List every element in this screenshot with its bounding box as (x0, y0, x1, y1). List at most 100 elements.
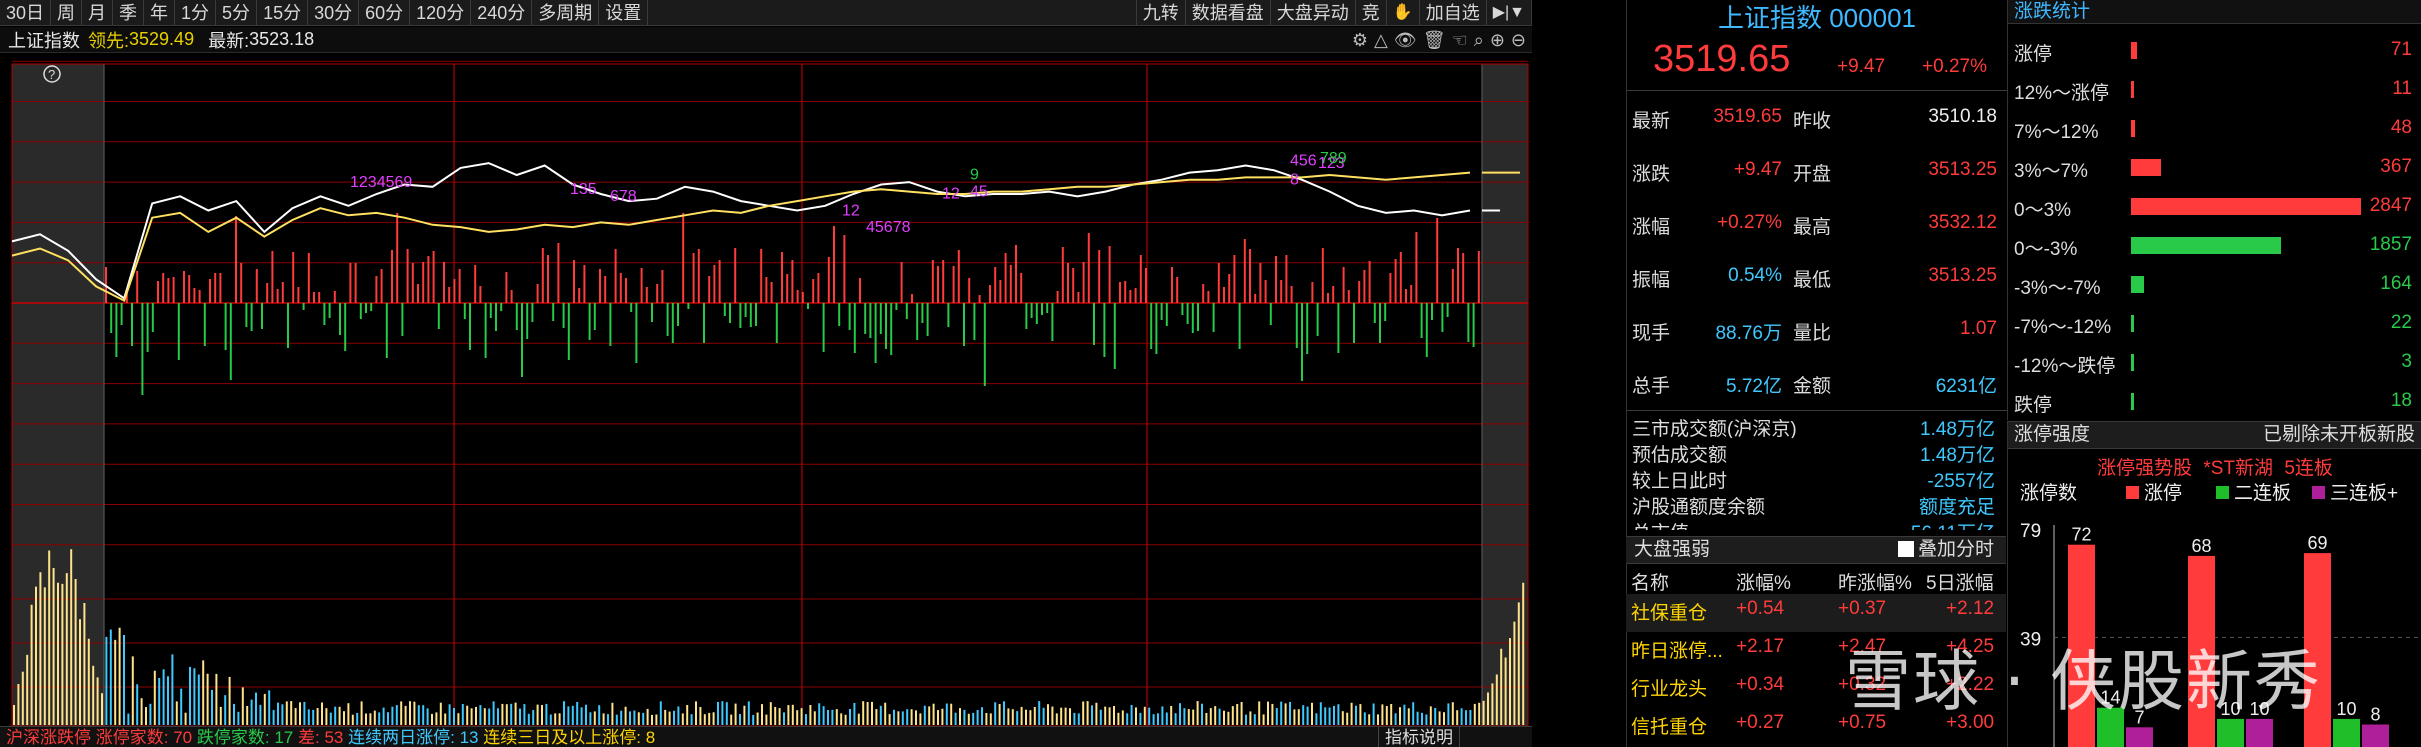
period-week[interactable]: 周 (51, 0, 83, 26)
nine-turn-button[interactable]: 九转 (1137, 0, 1186, 26)
market-divider (1627, 410, 2007, 411)
quote-value: 1.07 (1960, 318, 1997, 339)
link-st-xinhu[interactable]: *ST新湖 (2203, 458, 2273, 479)
zoom-in-icon[interactable]: ⊕ (1490, 30, 1505, 51)
dist-bar (2131, 237, 2281, 254)
cursor-icon[interactable]: ☜ (1452, 30, 1468, 51)
quote-value: 3510.18 (1928, 106, 1997, 127)
market-alert-button[interactable]: 大盘异动 (1271, 0, 1356, 26)
toolbar-spacer (648, 0, 1137, 25)
period-30day[interactable]: 30日 (0, 0, 52, 26)
market-label: 三市成交额(沪深京) (1632, 419, 1797, 438)
market-row: 预估成交额 1.48万亿 (1627, 438, 2007, 464)
dist-bar (2131, 42, 2137, 59)
strength-cell-name: 信托重仓 (1631, 717, 1708, 738)
period-240min[interactable]: 240分 (471, 0, 533, 26)
quote-row: 最新 3519.65 昨收 3510.18 (1627, 90, 2007, 144)
intraday-chart[interactable]: 1.00%0.83%0.67%0.50%0.33%0.17%0.00% 0.17… (0, 54, 1532, 726)
link-strong-stocks[interactable]: 涨停强势股 (2097, 458, 2192, 479)
help-glyph: ? (48, 67, 55, 82)
price-change: +9.47 (1837, 56, 1886, 77)
period-120min[interactable]: 120分 (410, 0, 472, 26)
col-prev: 昨涨幅% (1838, 573, 1912, 594)
dist-row: 3%～7% 367 (2008, 147, 2421, 185)
aftermarket-shade (1482, 64, 1528, 726)
last-value: 3523.18 (249, 29, 315, 49)
lu-note: 已剔除未开板新股 (2262, 424, 2415, 445)
sequence-label: 12 (842, 202, 860, 219)
add-watchlist-button[interactable]: 加自选 (1420, 0, 1487, 26)
data-board-button[interactable]: 数据看盘 (1186, 0, 1271, 26)
quote-label: 开盘 (1793, 164, 1832, 185)
strength-cell-chg: +0.54 (1736, 598, 1785, 619)
sequence-label: 9 (970, 167, 979, 184)
hand-icon[interactable]: ✋ (1387, 0, 1420, 26)
strength-cell-chg: +0.34 (1736, 674, 1785, 695)
quote-value: 0.54% (1728, 265, 1782, 286)
dist-row: 12%～涨停 11 (2008, 69, 2421, 107)
period-5min[interactable]: 5分 (216, 0, 258, 26)
overlay-toggle[interactable]: 叠加分时 (1897, 537, 1994, 563)
quote-label: 振幅 (1632, 270, 1671, 291)
col-5d: 5日涨幅 (1926, 573, 1994, 594)
gear-icon[interactable]: ⚙ (1352, 30, 1368, 51)
dist-value: 18 (2390, 390, 2412, 411)
link-5-board[interactable]: 5连板 (2284, 458, 2333, 479)
lu-axis-title: 涨停数 (2020, 483, 2077, 504)
period-quarter[interactable]: 季 (113, 0, 145, 26)
period-year[interactable]: 年 (144, 0, 176, 26)
zoom-out-icon[interactable]: ⊖ (1511, 30, 1526, 51)
dist-title: 涨跌统计 (2008, 0, 2421, 24)
limit-up-label: 涨停家数: (95, 728, 169, 747)
panel-toggle-icon[interactable]: ▶|▼ (1487, 0, 1532, 26)
indicator-info-button[interactable]: 指标说明 (1378, 727, 1460, 747)
settings-button[interactable]: 设置 (599, 0, 649, 26)
lu-bar-label: 8 (2370, 705, 2380, 725)
lu-y-tick: 79 (2020, 521, 2041, 542)
quote-value: 5.72亿 (1726, 376, 1782, 397)
period-30min[interactable]: 30分 (308, 0, 360, 26)
dist-value: 3 (2401, 351, 2412, 372)
quote-value: 3532.12 (1928, 212, 1997, 233)
multi-period-button[interactable]: 多周期 (532, 0, 600, 26)
dist-label: 0～-3% (2014, 239, 2078, 260)
dist-row: 跌停 18 (2008, 381, 2421, 419)
market-row: 沪股通额度余额 额度充足 (1627, 490, 2007, 516)
dist-label: 12%～涨停 (2014, 83, 2110, 104)
overlay-checkbox[interactable] (1897, 541, 1914, 557)
two-day-value: 13 (459, 728, 479, 747)
dist-value: 164 (2380, 273, 2412, 294)
triangle-icon[interactable]: △ (1374, 30, 1388, 51)
dist-row: 涨停 71 (2008, 30, 2421, 68)
sequence-label: 1234569 (350, 174, 412, 191)
lead-label: 领先: (88, 30, 130, 51)
dist-value: 2847 (2369, 195, 2412, 216)
two-day-label: 连续两日涨停: (348, 728, 455, 747)
sequence-label: 8 (1290, 172, 1299, 189)
last-label: 最新: (208, 30, 250, 51)
dist-label: -7%～-12% (2014, 317, 2112, 338)
dist-value: 1857 (2369, 234, 2412, 255)
diff-label: 差: (297, 728, 320, 747)
strength-row[interactable]: 社保重仓 +0.54 +0.37 +2.12 (1626, 594, 2006, 632)
three-day-value: 8 (645, 728, 656, 747)
trash-icon[interactable]: 🗑 (1423, 30, 1446, 51)
strength-cell-chg: +2.17 (1736, 636, 1785, 657)
dist-label: 0～3% (2014, 200, 2072, 221)
period-month[interactable]: 月 (82, 0, 114, 26)
period-15min[interactable]: 15分 (257, 0, 309, 26)
period-1min[interactable]: 1分 (175, 0, 217, 26)
search-icon[interactable]: ⌕ (1474, 30, 1484, 51)
strength-cell-name: 行业龙头 (1631, 679, 1708, 700)
quote-label: 最高 (1793, 217, 1832, 238)
quote-value: +9.47 (1733, 159, 1782, 180)
market-value: -2557亿 (1927, 471, 1995, 490)
auction-button[interactable]: 竞 (1356, 0, 1387, 26)
limit-down-label: 跌停家数: (196, 728, 270, 747)
strength-cell-d5: +2.12 (1946, 598, 1995, 619)
dist-bar (2131, 120, 2135, 137)
eye-icon[interactable]: 👁 (1394, 30, 1417, 51)
legend-label: 涨停 (2144, 483, 2182, 504)
period-60min[interactable]: 60分 (359, 0, 411, 26)
quote-title[interactable]: 上证指数 000001 (1627, 0, 2007, 36)
